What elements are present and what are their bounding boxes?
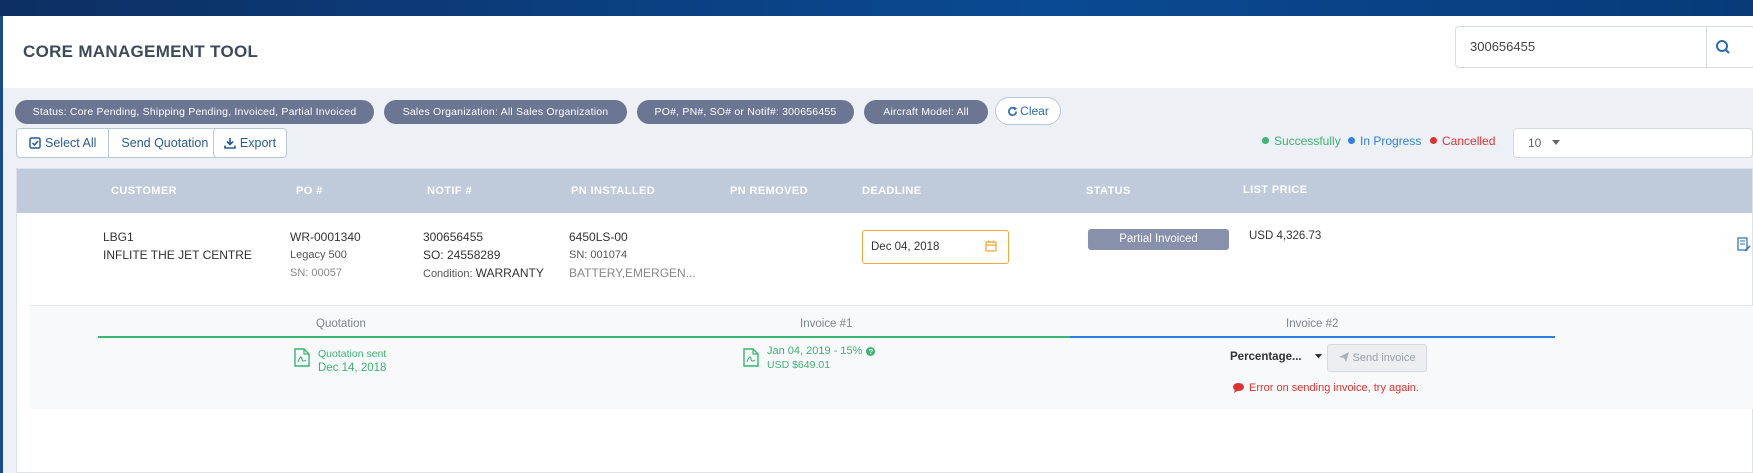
calendar-icon xyxy=(985,240,997,252)
quotation-status: Quotation sent Dec 14, 2018 xyxy=(318,347,386,375)
list-price: USD 4,326.73 xyxy=(1249,230,1322,242)
page-size-value: 10 xyxy=(1528,136,1542,150)
send-icon xyxy=(1338,352,1349,362)
send-invoice-button[interactable]: Send invoice xyxy=(1327,344,1427,372)
invoice1-amount: USD $649.01 xyxy=(767,359,831,371)
pn-installed-cell: 6450LS-00 SN: 001074 BATTERY,EMERGEN... xyxy=(569,228,696,282)
condition-value: WARRANTY xyxy=(475,266,544,280)
progress-line-complete xyxy=(98,336,1070,338)
step-invoice1-label: Invoice #1 xyxy=(800,318,853,330)
legend-dot-red xyxy=(1430,137,1437,144)
send-invoice-label: Send invoice xyxy=(1352,352,1416,364)
edit-document-icon xyxy=(1737,237,1751,252)
legend-successfully: Successfully xyxy=(1262,134,1341,148)
customer-name: INFLITE THE JET CENTRE xyxy=(103,248,252,262)
main-content: Status: Core Pending, Shipping Pending, … xyxy=(3,88,1753,473)
so-number: SO: 24558289 xyxy=(423,248,501,262)
pn-description: BATTERY,EMERGEN... xyxy=(569,266,696,280)
pdf-document-icon[interactable] xyxy=(294,348,310,367)
progress-line-in-progress xyxy=(1070,336,1555,338)
search-box[interactable] xyxy=(1455,26,1753,68)
search-button[interactable] xyxy=(1706,27,1753,67)
deadline-value: Dec 04, 2018 xyxy=(871,241,940,253)
step-invoice2-label: Invoice #2 xyxy=(1286,318,1339,330)
aircraft-serial: SN: 00057 xyxy=(290,267,342,279)
clear-label: Clear xyxy=(1020,104,1049,118)
percentage-select[interactable]: Percentage... xyxy=(1230,351,1322,363)
checkbox-icon xyxy=(29,137,41,149)
export-label: Export xyxy=(239,136,277,150)
pn-installed-number: 6450LS-00 xyxy=(569,230,628,244)
column-header-status[interactable]: STATUS xyxy=(1086,185,1131,197)
send-quotation-button[interactable]: Send Quotation xyxy=(108,129,220,157)
export-button[interactable]: Export xyxy=(213,128,287,158)
invoice1-text: Jan 04, 2019 - 15%? xyxy=(767,344,876,358)
pdf-document-icon[interactable] xyxy=(743,348,759,367)
condition-label: Condition: xyxy=(423,268,473,280)
progress-panel: Quotation Invoice #1 Invoice #2 Quotatio… xyxy=(30,305,1753,409)
comment-icon xyxy=(1233,383,1244,393)
status-badge: Partial Invoiced xyxy=(1088,229,1229,250)
po-number: WR-0001340 xyxy=(290,230,361,244)
clear-filters-button[interactable]: Clear xyxy=(995,97,1061,125)
quotation-date: Dec 14, 2018 xyxy=(318,362,387,374)
invoice1-date-percent: Jan 04, 2019 - 15% xyxy=(767,345,863,357)
po-cell: WR-0001340 Legacy 500 SN: 00057 xyxy=(290,228,361,282)
top-bar xyxy=(0,0,1753,16)
legend-label: Successfully xyxy=(1274,134,1341,148)
row-edit-button[interactable] xyxy=(1737,237,1751,258)
filter-chip-status[interactable]: Status: Core Pending, Shipping Pending, … xyxy=(15,100,374,124)
column-header-notif[interactable]: NOTIF # xyxy=(427,185,472,197)
quotation-status-text: Quotation sent xyxy=(318,348,387,360)
page-size-select[interactable]: 10 xyxy=(1513,128,1753,158)
customer-cell: LBG1 INFLITE THE JET CENTRE xyxy=(103,228,252,264)
deadline-date-picker[interactable]: Dec 04, 2018 xyxy=(862,230,1009,264)
column-header-po[interactable]: PO # xyxy=(296,185,323,197)
legend-cancelled: Cancelled xyxy=(1430,134,1495,148)
legend-in-progress: In Progress xyxy=(1348,134,1421,148)
notif-number: 300656455 xyxy=(423,230,484,244)
column-header-deadline[interactable]: DEADLINE xyxy=(862,185,921,197)
page-title: CORE MANAGEMENT TOOL xyxy=(23,42,259,61)
chevron-down-icon xyxy=(1314,354,1322,359)
step-quotation-label: Quotation xyxy=(316,318,366,330)
legend-dot-blue xyxy=(1348,137,1355,144)
filter-chip-sales-org[interactable]: Sales Organization: All Sales Organizati… xyxy=(384,100,627,124)
error-text: Error on sending invoice, try again. xyxy=(1249,382,1419,394)
download-icon xyxy=(224,138,236,149)
chevron-down-icon xyxy=(1552,140,1560,145)
invoice1-status: Jan 04, 2019 - 15%? USD $649.01 xyxy=(767,344,876,372)
help-icon[interactable]: ? xyxy=(866,347,876,356)
select-all-label: Select All xyxy=(45,136,97,150)
header: CORE MANAGEMENT TOOL xyxy=(3,16,1753,88)
selection-button-group: Select All Send Quotation xyxy=(16,128,222,158)
search-input[interactable] xyxy=(1470,39,1710,54)
pn-serial: SN: 001074 xyxy=(569,249,628,261)
condition: Condition: WARRANTY xyxy=(423,264,544,283)
error-message: Error on sending invoice, try again. xyxy=(1233,382,1419,394)
notif-cell: 300656455 SO: 24558289 Condition: WARRAN… xyxy=(423,228,544,283)
search-icon xyxy=(1716,40,1730,54)
column-header-pn-installed[interactable]: PN INSTALLED xyxy=(571,185,655,197)
filter-chip-search[interactable]: PO#, PN#, SO# or Notif#: 300656455 xyxy=(637,100,854,124)
percentage-select-value: Percentage... xyxy=(1230,351,1302,363)
legend-label: In Progress xyxy=(1360,134,1422,148)
aircraft-model: Legacy 500 xyxy=(290,249,347,261)
column-header-list-price[interactable]: LIST PRICE xyxy=(1243,184,1308,196)
column-header-pn-removed[interactable]: PN REMOVED xyxy=(730,185,808,197)
filter-chip-aircraft[interactable]: Aircraft Model: All xyxy=(864,100,988,124)
select-all-button[interactable]: Select All xyxy=(17,129,108,157)
legend-label: Cancelled xyxy=(1442,134,1496,148)
table-header: CUSTOMER PO # NOTIF # PN INSTALLED PN RE… xyxy=(17,169,1752,213)
results-table: CUSTOMER PO # NOTIF # PN INSTALLED PN RE… xyxy=(16,168,1753,473)
column-header-customer[interactable]: CUSTOMER xyxy=(111,185,177,197)
legend-dot-green xyxy=(1262,137,1269,144)
refresh-icon xyxy=(1008,106,1018,117)
customer-code: LBG1 xyxy=(103,230,134,244)
